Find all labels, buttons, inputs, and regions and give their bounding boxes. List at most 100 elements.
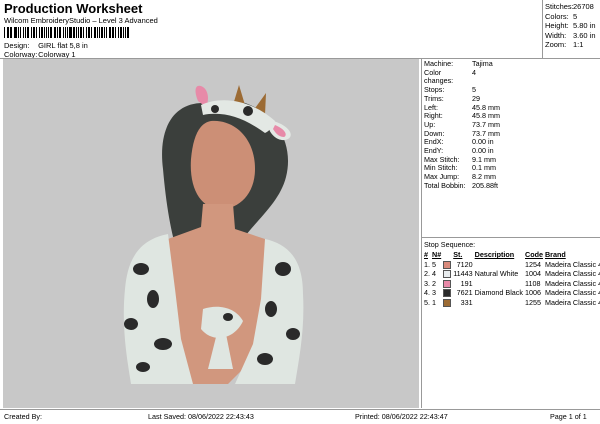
barcode-bar [87,27,91,38]
barcode-bar [98,27,100,38]
info-divider [422,237,600,238]
barcode-bar [46,27,48,38]
design-value: GIRL flat 5,8 in [38,41,88,50]
barcode-bar [91,27,93,38]
summary-divider [542,0,543,59]
footer-created: Created By: [4,412,42,421]
stop-sequence-title: Stop Sequence: [424,240,476,249]
barcode-bar [94,27,96,38]
embroidery-artwork [123,85,304,384]
needle-number: 4 [432,269,436,279]
color-swatch-cell [443,279,453,289]
info-row: Right: 45.8 mm [424,112,600,121]
headband-spot [211,105,219,113]
barcode-bar [72,27,75,38]
thread-code: 1004 [525,269,541,279]
color-swatch-cell [443,269,453,279]
barcode-bar [62,27,64,38]
barcode-bar [25,27,27,38]
barcode-bar [11,27,13,38]
info-row: Left: 45.8 mm [424,103,600,113]
stop-header-row: # N# St. Description Code Brand [424,250,600,260]
color-swatch [443,270,452,279]
barcode-bar [78,27,80,38]
thread-brand: Madeira Classic 40 [544,259,600,269]
worksheet-title: Production Worksheet [4,1,143,16]
thread-description [475,260,525,270]
col-brand: Brand [544,250,566,259]
thread-brand: Madeira Classic 40 [544,278,600,288]
summary-label: Stitches: [545,2,574,11]
barcode-bar [104,27,106,38]
barcode-bar [59,27,61,38]
color-swatch-cell [443,288,453,298]
footer-page: Page 1 of 1 [550,412,587,421]
stop-index: 1. [424,259,430,269]
needle-number: 1 [432,297,436,307]
barcode-bar [66,27,68,38]
barcode-bar [122,27,124,38]
stop-sequence-table: # N# St. Description Code Brand 1. 5 7120 1… [424,250,600,308]
design-row: Design: GIRL flat 5,8 in [4,41,88,50]
summary-value: 26708 [573,2,594,11]
info-row: Machine: Tajima [424,59,600,69]
barcode-bar [101,27,104,38]
thread-description [475,298,525,308]
barcode-bar [14,27,17,38]
thread-description [475,279,525,289]
barcode-bar [57,27,59,38]
stitch-count: 7120 [456,259,473,269]
info-row: EndX: 0.00 in [424,138,600,147]
thread-brand: Madeira Classic 40 [544,297,600,307]
stitch-count: 331 [460,297,473,307]
summary-value: 5.80 in [573,21,596,31]
barcode-bar [23,27,25,38]
machine-info-panel: Machine: Tajima Color changes: 4 Stops: 5 Trim… [424,59,600,191]
barcode-bar [85,27,87,38]
needle-number: 5 [432,259,436,269]
barcode-bar [53,27,57,38]
summary-row: Colors: 5 [545,12,599,22]
info-value: 205.88ft [472,180,498,190]
barcode [4,27,130,38]
summary-label: Zoom: [545,40,567,50]
info-row: Up: 73.7 mm [424,120,600,130]
barcode-bar [119,27,122,38]
summary-label: Width: [545,30,567,40]
thread-code: 1255 [525,297,541,307]
stop-row: 5. 1 331 1255 Madeira Classic 40 [424,298,600,308]
barcode-bar [4,27,5,38]
barcode-bar [43,27,45,38]
barcode-bar [75,27,77,38]
col-st: St. [453,250,463,259]
barcode-bar [9,27,11,38]
thread-code: 1108 [525,278,541,288]
barcode-bar [80,27,82,38]
info-row: Stops: 5 [424,85,600,95]
barcode-bar [115,27,116,38]
summary-row: Zoom: 1:1 [545,40,599,50]
barcode-bar [106,27,107,38]
thread-description: Diamond Black [474,288,523,298]
thread-brand: Madeira Classic 40 [544,288,600,298]
col-stop: # [424,250,428,259]
col-swatch [443,250,453,260]
barcode-bar [125,27,127,38]
summary-value: 5 [573,11,578,21]
barcode-bar [108,27,111,38]
summary-label: Height: [545,21,569,31]
footer-saved: Last Saved: 08/06/2022 22:43:43 [148,412,254,421]
barcode-bar [64,27,66,38]
barcode-bar [127,27,129,38]
software-subtitle: Wilcom EmbroideryStudio – Level 3 Advanc… [4,16,158,25]
info-label: Total Bobbin: [424,180,466,190]
stop-index: 3. [424,278,430,288]
barcode-bar [69,27,72,38]
info-row: Color changes: 4 [424,68,600,86]
barcode-bar [38,27,40,38]
stop-row: 3. 2 191 1108 Madeira Classic 40 [424,279,600,289]
color-swatch [443,289,452,298]
thread-brand: Madeira Classic 40 [544,269,600,279]
footer-printed: Printed: 08/06/2022 22:43:47 [355,412,448,421]
headband-spot [243,106,253,116]
